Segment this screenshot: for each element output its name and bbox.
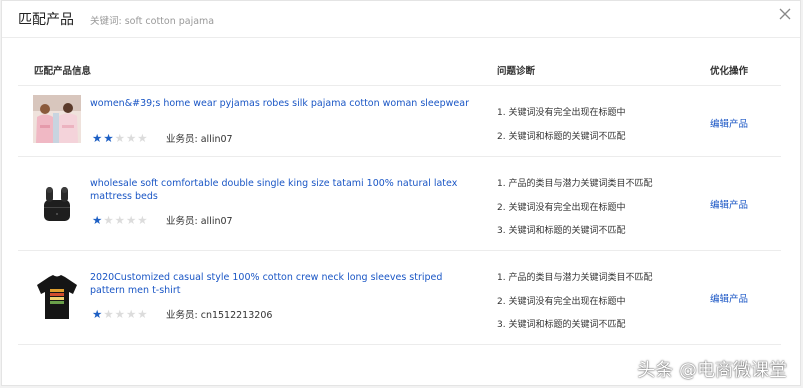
star-empty-icon: ★: [103, 213, 114, 227]
issue-item: 3. 关键词和标题的关键词不匹配: [497, 320, 626, 330]
product-name-link[interactable]: wholesale soft comfortable double single…: [90, 178, 470, 203]
star-empty-icon: ★: [137, 307, 148, 321]
star-filled-icon: ★: [92, 131, 103, 145]
header-product-info: 匹配产品信息: [34, 66, 92, 77]
issue-list: 1. 关键词没有完全出现在标题中 2. 关键词和标题的关键词不匹配: [497, 105, 625, 152]
product-name-link[interactable]: women&#39;s home wear pyjamas robes silk…: [90, 98, 470, 111]
star-empty-icon: ★: [137, 131, 148, 145]
issue-item: 1. 关键词没有完全出现在标题中: [497, 108, 626, 118]
star-empty-icon: ★: [103, 307, 114, 321]
issue-item: 2. 关键词和标题的关键词不匹配: [497, 131, 626, 142]
issue-item: 1. 产品的类目与潜力关键词类目不匹配: [497, 273, 653, 283]
issue-item: 1. 产品的类目与潜力关键词类目不匹配: [497, 179, 653, 189]
issue-list: 1. 产品的类目与潜力关键词类目不匹配 2. 关键词没有完全出现在标题中 3. …: [497, 270, 652, 341]
salesperson-label: 业务员: cn1512213206: [166, 310, 273, 321]
product-name-link[interactable]: 2020Customized casual style 100% cotton …: [90, 272, 470, 297]
issue-item: 3. 关键词和标题的关键词不匹配: [497, 226, 626, 236]
close-button[interactable]: [778, 7, 792, 21]
watermark: 头条 @电商微课堂: [637, 360, 787, 381]
close-icon: [779, 8, 791, 20]
star-empty-icon: ★: [114, 213, 125, 227]
rating-stars: ★ ★ ★ ★ ★: [92, 214, 148, 226]
rating-stars: ★ ★ ★ ★ ★: [92, 308, 148, 320]
rating-stars: ★ ★ ★ ★ ★: [92, 132, 148, 144]
edit-product-link[interactable]: 编辑产品: [710, 116, 748, 130]
salesperson-label: 业务员: allin07: [166, 216, 233, 227]
table-header: 匹配产品信息 问题诊断 优化操作: [18, 57, 781, 86]
edit-product-link[interactable]: 编辑产品: [710, 291, 748, 305]
star-filled-icon: ★: [103, 131, 114, 145]
table-row: women&#39;s home wear pyjamas robes silk…: [18, 86, 781, 157]
issue-item: 2. 关键词没有完全出现在标题中: [497, 202, 626, 213]
salesperson-label: 业务员: allin07: [166, 134, 233, 145]
header-action: 优化操作: [710, 66, 749, 77]
star-filled-icon: ★: [92, 307, 103, 321]
table-row: wholesale soft comfortable double single…: [18, 157, 781, 251]
product-thumbnail[interactable]: [33, 95, 81, 143]
star-empty-icon: ★: [137, 213, 148, 227]
dialog-header: 匹配产品 关键词: soft cotton pajama: [18, 9, 214, 31]
star-empty-icon: ★: [125, 307, 137, 321]
star-empty-icon: ★: [125, 131, 137, 145]
products-table: 匹配产品信息 问题诊断 优化操作 women&#39;s home wear p…: [18, 57, 781, 345]
product-thumbnail[interactable]: [33, 180, 81, 228]
match-products-dialog: 匹配产品 关键词: soft cotton pajama 匹配产品信息 问题诊断…: [1, 0, 801, 386]
header-diagnosis: 问题诊断: [497, 66, 536, 77]
issue-list: 1. 产品的类目与潜力关键词类目不匹配 2. 关键词没有完全出现在标题中 3. …: [497, 176, 652, 247]
header-divider: [2, 37, 800, 38]
star-empty-icon: ★: [125, 213, 137, 227]
table-row: 2020Customized casual style 100% cotton …: [18, 251, 781, 345]
star-filled-icon: ★: [92, 213, 103, 227]
star-empty-icon: ★: [114, 131, 125, 145]
star-empty-icon: ★: [114, 307, 125, 321]
keyword-label: 关键词: soft cotton pajama: [90, 16, 215, 27]
dialog-title: 匹配产品: [18, 12, 74, 28]
edit-product-link[interactable]: 编辑产品: [710, 197, 748, 211]
product-thumbnail[interactable]: [33, 273, 81, 321]
issue-item: 2. 关键词没有完全出现在标题中: [497, 296, 626, 307]
